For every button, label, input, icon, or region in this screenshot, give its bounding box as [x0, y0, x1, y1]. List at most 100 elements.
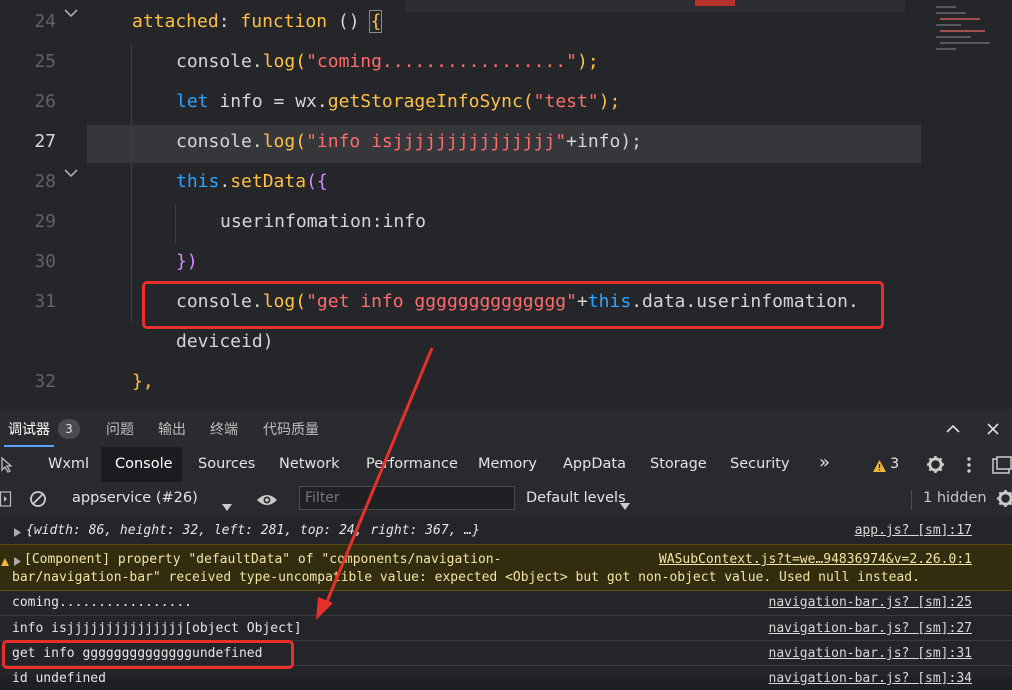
find-widget-strip — [405, 0, 905, 12]
console-row[interactable]: {width: 86, height: 32, left: 281, top: … — [0, 516, 1012, 545]
context-select[interactable]: appservice (#26) — [72, 490, 198, 506]
tab-problems[interactable]: 问题 — [106, 419, 134, 439]
dropdown-arrow-icon[interactable] — [222, 496, 232, 515]
source-link[interactable]: navigation-bar.js? [sm]:25 — [769, 595, 973, 610]
devtools-panel: 调试器 3 问题 输出 终端 代码质量 Wxml Console Sources… — [0, 410, 1012, 686]
panel-tab-performance[interactable]: Performance — [366, 456, 458, 472]
code-token: +info); — [566, 131, 643, 152]
more-options-kebab-icon[interactable] — [966, 456, 972, 478]
source-link[interactable]: navigation-bar.js? [sm]:34 — [769, 671, 973, 686]
panel-tab-console[interactable]: Console — [115, 456, 173, 472]
panel-tab-sources[interactable]: Sources — [198, 456, 255, 472]
devtools-panel-tabs: Wxml Console Sources Network Performance… — [0, 447, 1012, 483]
code-token: "coming................." — [306, 51, 577, 72]
code-token: console — [176, 51, 252, 72]
code-token: getStorageInfoSync — [327, 91, 523, 112]
warning-triangle-icon[interactable] — [872, 458, 887, 477]
console-settings-gear-icon[interactable] — [996, 489, 1012, 512]
indent-guide — [175, 204, 176, 244]
console-message: [Component] property "defaultData" of "c… — [24, 552, 502, 567]
code-token: . — [251, 131, 263, 152]
panel-tab-wxml[interactable]: Wxml — [48, 456, 89, 472]
code-token: setData — [230, 171, 307, 192]
panel-tab-appdata[interactable]: AppData — [563, 456, 626, 472]
code-token: : — [218, 11, 241, 32]
fold-chevron-icon[interactable] — [64, 8, 78, 20]
indent-guide — [131, 44, 132, 322]
code-token: ( — [295, 131, 307, 152]
code-editor[interactable]: 24 25 26 27 28 29 30 31 32 attached: fun… — [0, 0, 1012, 410]
settings-gear-icon[interactable] — [926, 455, 945, 478]
panel-tab-storage[interactable]: Storage — [650, 456, 707, 472]
devtools-top-tabs: 调试器 3 问题 输出 终端 代码质量 — [0, 410, 1012, 448]
dock-side-icon[interactable] — [992, 456, 1012, 478]
more-tabs-chevron-icon[interactable]: » — [819, 452, 830, 473]
code-line-27: console.log("info isjjjjjjjjjjjjjjj"+inf… — [176, 132, 642, 152]
panel-tab-security[interactable]: Security — [730, 456, 790, 472]
source-link[interactable]: navigation-bar.js? [sm]:31 — [769, 646, 973, 661]
line-number: 25 — [34, 51, 56, 72]
dropdown-arrow-icon[interactable] — [620, 495, 630, 514]
expand-triangle-icon[interactable] — [14, 555, 21, 570]
code-token: . — [219, 171, 231, 192]
code-token: () — [327, 11, 371, 32]
inspect-element-icon[interactable] — [0, 456, 14, 478]
console-filter-bar: appservice (#26) Default levels 1 hidden — [0, 482, 1012, 517]
tab-terminal[interactable]: 终端 — [210, 419, 238, 439]
annotation-highlight-box — [142, 281, 884, 329]
code-token: "info isjjjjjjjjjjjjjjj" — [306, 131, 567, 152]
debugger-count-badge: 3 — [58, 419, 80, 439]
minimap-line — [936, 36, 971, 38]
minimap-line — [936, 48, 956, 50]
console-message: id undefined — [12, 671, 106, 686]
console-message: {width: 86, height: 32, left: 281, top: … — [26, 523, 480, 538]
collapse-up-icon[interactable] — [944, 420, 962, 438]
code-token: . — [251, 51, 263, 72]
hidden-count[interactable]: 1 hidden — [923, 490, 987, 506]
line-number: 31 — [34, 291, 56, 312]
sidebar-toggle-icon[interactable] — [0, 491, 12, 511]
live-expression-eye-icon[interactable] — [256, 492, 278, 511]
tab-code-quality[interactable]: 代码质量 — [263, 419, 319, 439]
minimap-line — [936, 12, 966, 14]
code-token: ({ — [306, 171, 328, 192]
code-token: "test" — [533, 91, 599, 112]
fold-chevron-icon[interactable] — [64, 168, 78, 180]
code-token: userinfomation:info — [220, 211, 426, 232]
warning-count[interactable]: 3 — [890, 456, 899, 472]
console-row[interactable]: coming................. navigation-bar.j… — [0, 590, 1012, 616]
annotation-highlight-box — [2, 640, 294, 669]
expand-triangle-icon[interactable] — [14, 526, 21, 541]
code-token: ( — [295, 51, 307, 72]
source-link[interactable]: WASubContext.js?t=we…94836974&v=2.26.0:1 — [659, 552, 972, 567]
close-icon[interactable] — [984, 420, 1002, 438]
console-message: info isjjjjjjjjjjjjjjj[object Object] — [12, 621, 302, 636]
minimap[interactable] — [926, 0, 996, 60]
code-token: deviceid) — [176, 331, 274, 352]
console-warning-row[interactable]: [Component] property "defaultData" of "c… — [0, 544, 1012, 591]
log-levels-dropdown[interactable]: Default levels — [526, 490, 626, 506]
panel-tab-network[interactable]: Network — [279, 456, 340, 472]
code-token: }) — [176, 251, 198, 272]
code-line-24: attached: function () { — [132, 10, 383, 33]
panel-tab-memory[interactable]: Memory — [478, 456, 537, 472]
console-row[interactable]: info isjjjjjjjjjjjjjjj[object Object] na… — [0, 615, 1012, 641]
tab-output[interactable]: 输出 — [158, 419, 186, 439]
code-token: ); — [577, 51, 599, 72]
code-token: let — [176, 91, 209, 112]
code-token: { — [369, 10, 383, 33]
code-line-26: let info = wx.getStorageInfoSync("test")… — [176, 92, 620, 112]
code-token: function — [240, 11, 328, 32]
tab-debugger[interactable]: 调试器 — [8, 419, 50, 439]
source-link[interactable]: navigation-bar.js? [sm]:27 — [769, 621, 973, 636]
line-number: 28 — [34, 171, 56, 192]
source-link[interactable]: app.js? [sm]:17 — [855, 523, 972, 538]
code-token: log — [262, 131, 296, 152]
code-token: attached — [132, 11, 219, 32]
clear-console-icon[interactable] — [29, 490, 47, 512]
console-message-continued: bar/navigation-bar" received type-uncomp… — [12, 570, 920, 585]
filter-input[interactable] — [299, 486, 515, 510]
code-token: this — [176, 171, 220, 192]
code-line-28: this.setData({ — [176, 172, 328, 192]
line-number: 26 — [34, 91, 56, 112]
